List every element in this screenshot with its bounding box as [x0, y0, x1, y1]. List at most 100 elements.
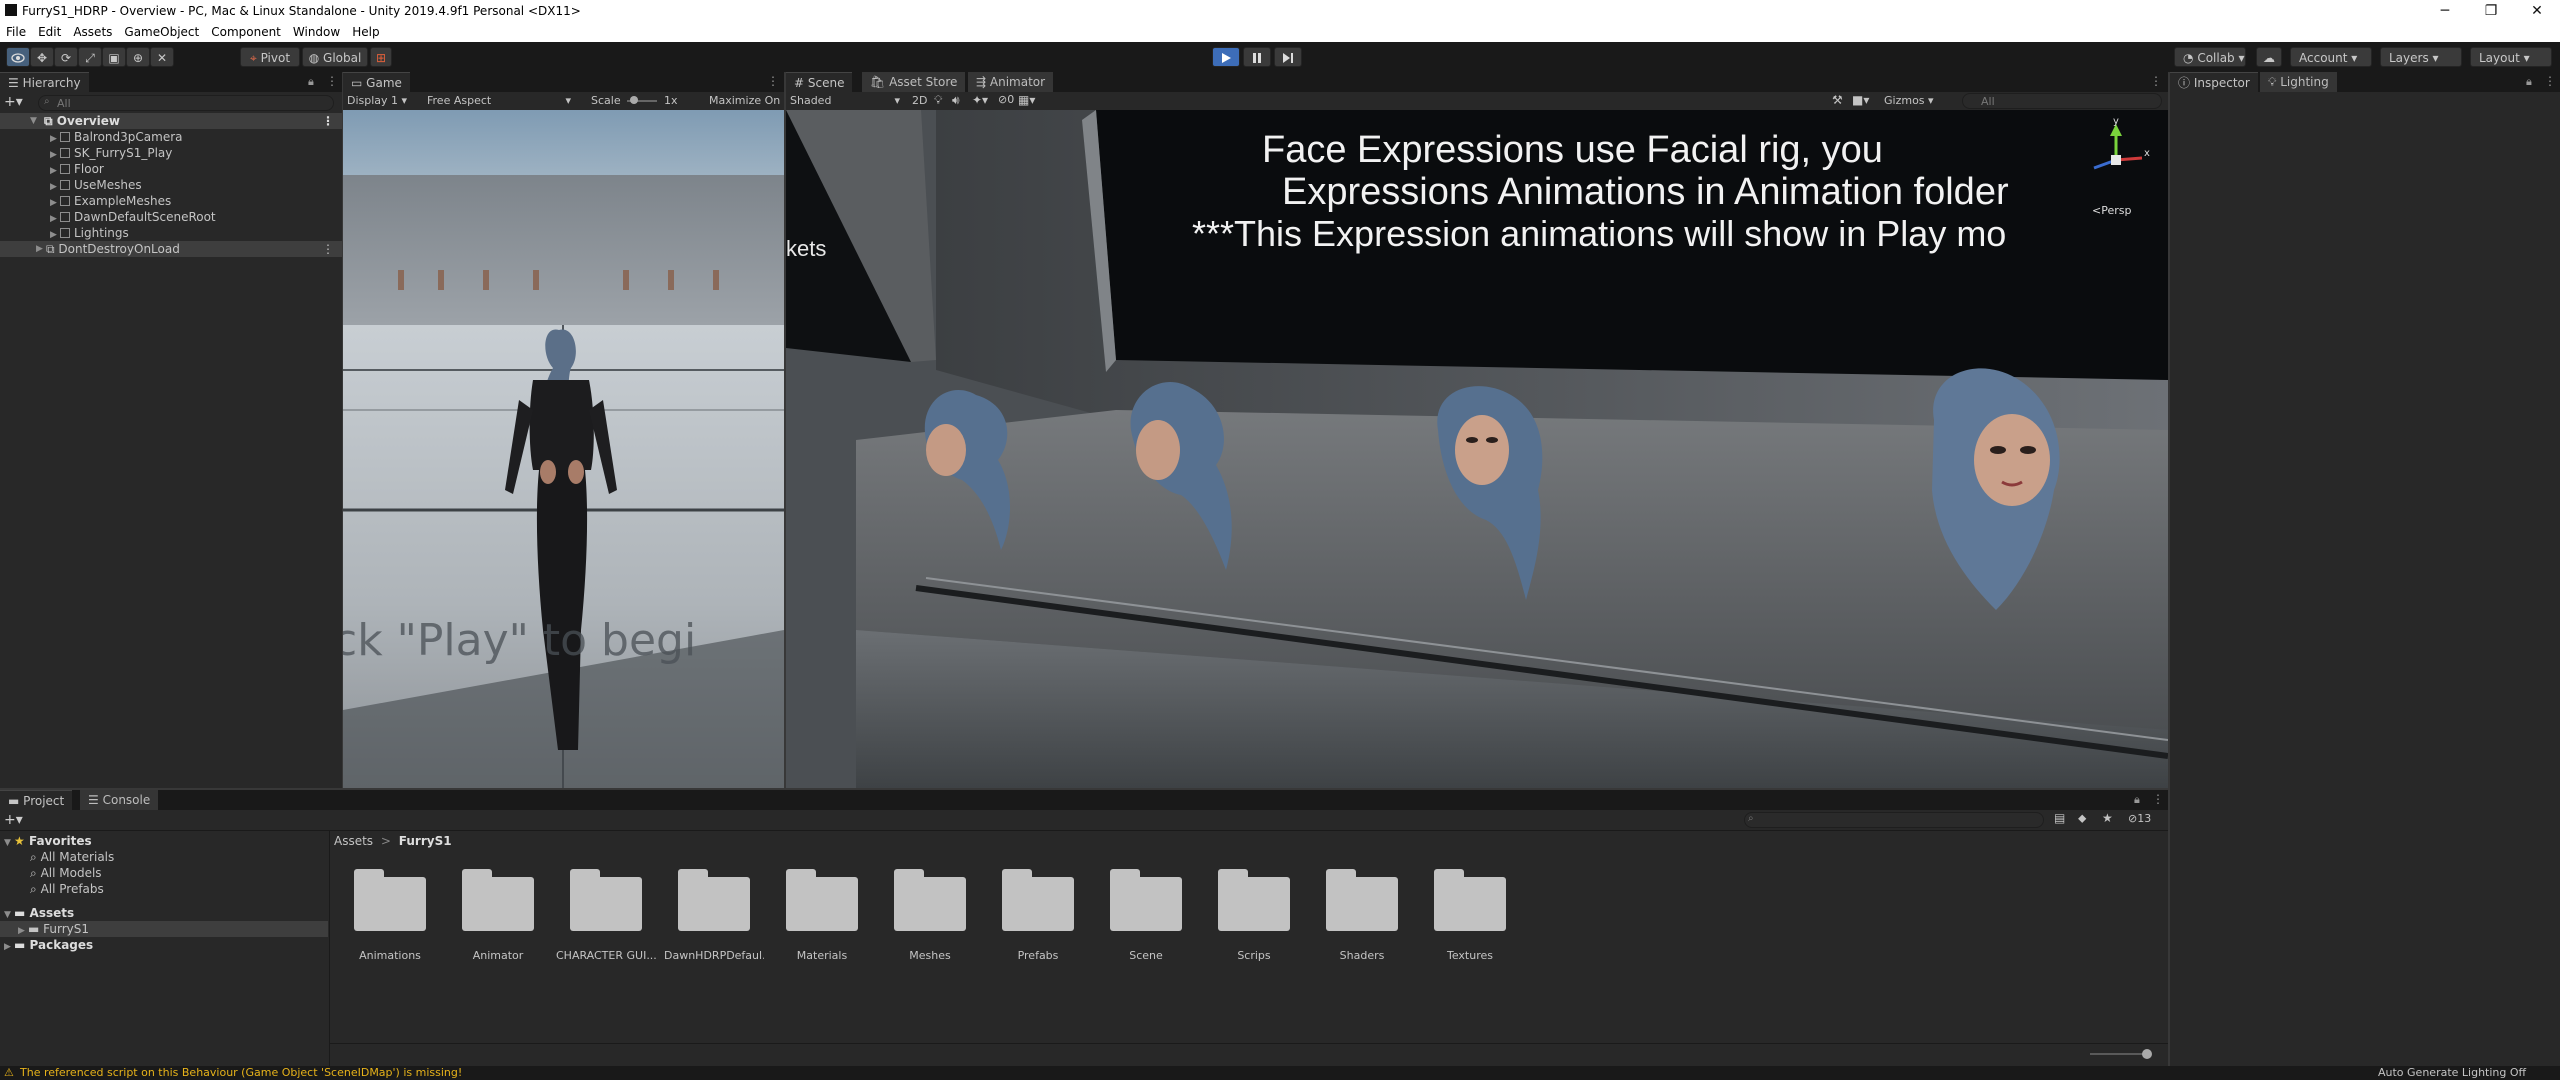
grid-toggle-icon[interactable]: ▦▾ — [1018, 93, 1035, 107]
tab-inspector[interactable]: ⓘ Inspector — [2170, 72, 2258, 93]
rect-tool-icon[interactable]: ▣ — [102, 47, 126, 67]
hand-tool-icon[interactable] — [6, 47, 30, 67]
folder-label[interactable]: Scrips — [1204, 949, 1304, 962]
auto-lighting-status[interactable]: Auto Generate Lighting Off — [2378, 1066, 2526, 1080]
more-menu-icon[interactable]: ⋮ — [767, 74, 779, 88]
scene-row-overview[interactable]: ▼ ⧉ Overview ⋮ — [0, 113, 342, 129]
menu-assets[interactable]: Assets — [67, 22, 118, 42]
folder-label[interactable]: Prefabs — [988, 949, 1088, 962]
collab-dropdown[interactable]: ◔ Collab ▾ — [2174, 47, 2246, 67]
folder-label[interactable]: Animator — [448, 949, 548, 962]
tab-hierarchy[interactable]: ☰ Hierarchy — [0, 72, 89, 93]
tab-scene[interactable]: # Scene — [786, 72, 853, 93]
folder-icon[interactable] — [354, 869, 426, 931]
folder-icon[interactable] — [570, 869, 642, 931]
camera-settings-icon[interactable]: ■▾ — [1852, 93, 1869, 107]
hidden-objects-counter[interactable]: ⊘0 — [998, 93, 1014, 106]
favorite-star-icon[interactable]: ★ — [2102, 811, 2113, 825]
scene-search-input[interactable]: All — [1962, 93, 2162, 109]
breadcrumb-furrys1[interactable]: FurryS1 — [399, 834, 452, 848]
more-menu-icon[interactable]: ⋮ — [326, 74, 338, 88]
scene-row-dontdestroy[interactable]: ▶ ⧉ DontDestroyOnLoad ⋮ — [0, 241, 342, 257]
play-button[interactable] — [1212, 47, 1240, 67]
icon-size-slider[interactable] — [2090, 1053, 2150, 1055]
create-plus-icon[interactable]: +▾ — [4, 94, 23, 110]
tab-project[interactable]: ▬ Project — [0, 790, 73, 811]
aspect-dropdown[interactable]: Free Aspect ▾ — [427, 94, 571, 107]
folder-label[interactable]: Scene — [1096, 949, 1196, 962]
pause-button[interactable] — [1243, 47, 1271, 67]
global-toggle[interactable]: ◍ Global — [302, 47, 368, 67]
favorite-item[interactable]: ⌕ All Prefabs — [30, 881, 104, 897]
tab-animator[interactable]: ⇶ Animator — [968, 72, 1054, 92]
menu-component[interactable]: Component — [205, 22, 287, 42]
list-item[interactable]: ▶ Balrond3pCamera — [50, 129, 183, 145]
scene-viewport[interactable]: kets Face Expressions use Facial rig, yo… — [786, 110, 2168, 788]
favorites-header[interactable]: ▼ ★ Favorites — [4, 833, 92, 849]
account-dropdown[interactable]: Account ▾ — [2290, 47, 2372, 67]
more-menu-icon[interactable]: ⋮ — [2152, 792, 2164, 806]
folder-icon[interactable] — [462, 869, 534, 931]
gizmos-dropdown[interactable]: Gizmos ▾ — [1884, 94, 1934, 107]
lighting-toggle-icon[interactable]: 💡︎ — [934, 93, 942, 108]
tools-icon[interactable]: ⚒ — [1832, 93, 1843, 107]
folder-label[interactable]: Animations — [340, 949, 440, 962]
list-item[interactable]: ▶ Lightings — [50, 225, 129, 241]
list-item[interactable]: ▶ Floor — [50, 161, 104, 177]
close-button[interactable]: ✕ — [2514, 0, 2560, 22]
snap-icon[interactable]: ⊞ — [370, 47, 392, 67]
custom-tool-icon[interactable]: ✕ — [150, 47, 174, 67]
hidden-packages-counter[interactable]: ⊘13 — [2128, 812, 2151, 825]
tab-console[interactable]: ☰ Console — [80, 790, 159, 810]
lock-icon[interactable]: 🔒︎ — [308, 75, 314, 89]
transform-tool-icon[interactable]: ⊕ — [126, 47, 150, 67]
game-viewport[interactable]: ck "Play" to begi — [343, 110, 784, 788]
folder-icon[interactable] — [1002, 869, 1074, 931]
folder-label[interactable]: CHARACTER GUI... — [556, 949, 656, 962]
lock-icon[interactable]: 🔒︎ — [2526, 75, 2532, 89]
furrys1-folder[interactable]: ▶ ▬ FurryS1 — [0, 921, 328, 937]
scene-more-icon[interactable]: ⋮ — [322, 241, 334, 257]
menu-gameobject[interactable]: GameObject — [118, 22, 205, 42]
lock-icon[interactable]: 🔒︎ — [2134, 793, 2140, 807]
rotate-tool-icon[interactable]: ⟳ — [54, 47, 78, 67]
scene-more-icon[interactable]: ⋮ — [322, 113, 334, 129]
list-item[interactable]: ▶ SK_FurryS1_Play — [50, 145, 172, 161]
favorite-item[interactable]: ⌕ All Materials — [30, 849, 114, 865]
folder-label[interactable]: Textures — [1420, 949, 1520, 962]
more-menu-icon[interactable]: ⋮ — [2150, 74, 2162, 88]
folder-icon[interactable] — [1218, 869, 1290, 931]
menu-file[interactable]: File — [0, 22, 32, 42]
assets-folder[interactable]: ▼ ▬ Assets — [4, 905, 74, 921]
folder-label[interactable]: DawnHDRPDefaul... — [664, 949, 764, 962]
tab-game[interactable]: ▭ Game — [343, 72, 410, 93]
list-item[interactable]: ▶ ExampleMeshes — [50, 193, 171, 209]
menu-window[interactable]: Window — [287, 22, 346, 42]
filter-label-icon[interactable]: ⬥ — [2078, 811, 2086, 826]
cloud-icon[interactable]: ☁ — [2256, 47, 2282, 67]
folder-icon[interactable] — [1434, 869, 1506, 931]
menu-edit[interactable]: Edit — [32, 22, 67, 42]
effects-dropdown-icon[interactable]: ✦▾ — [972, 93, 988, 107]
folder-label[interactable]: Materials — [772, 949, 872, 962]
scale-tool-icon[interactable]: ⤢ — [78, 47, 102, 67]
scale-slider-thumb[interactable] — [630, 96, 638, 104]
list-item[interactable]: ▶ DawnDefaultSceneRoot — [50, 209, 216, 225]
folder-label[interactable]: Meshes — [880, 949, 980, 962]
list-item[interactable]: ▶ UseMeshes — [50, 177, 142, 193]
folder-icon[interactable] — [1326, 869, 1398, 931]
icon-size-slider-thumb[interactable] — [2142, 1049, 2152, 1059]
layers-dropdown[interactable]: Layers ▾ — [2380, 47, 2462, 67]
status-message[interactable]: The referenced script on this Behaviour … — [20, 1066, 462, 1080]
step-button[interactable] — [1274, 47, 1302, 67]
move-tool-icon[interactable]: ✥ — [30, 47, 54, 67]
2d-toggle[interactable]: 2D — [912, 94, 927, 107]
tab-asset-store[interactable]: 🛍︎ Asset Store — [862, 72, 966, 92]
menu-help[interactable]: Help — [346, 22, 385, 42]
folder-icon[interactable] — [1110, 869, 1182, 931]
maximize-on-play-toggle[interactable]: Maximize On — [709, 94, 780, 107]
maximize-button[interactable]: ❐ — [2468, 0, 2514, 22]
folder-icon[interactable] — [894, 869, 966, 931]
breadcrumb-assets[interactable]: Assets — [334, 834, 373, 848]
folder-icon[interactable] — [786, 869, 858, 931]
